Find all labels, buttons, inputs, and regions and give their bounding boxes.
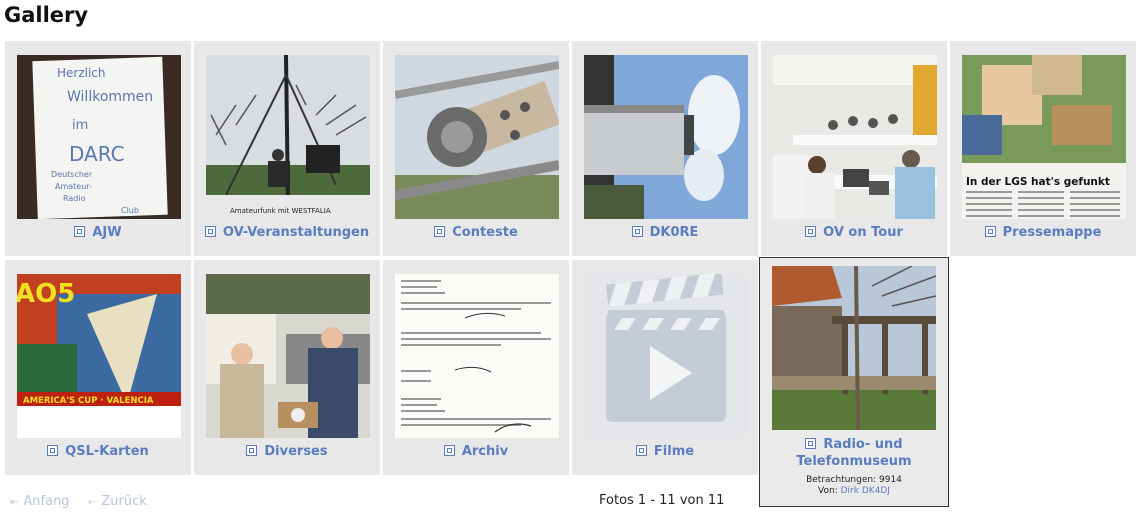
album-thumbnail[interactable]: [206, 274, 370, 438]
album-label[interactable]: Filme: [654, 444, 694, 459]
view-count: 9914: [879, 475, 902, 485]
pagination-info: Fotos 1 - 11 von 11: [599, 493, 725, 508]
album-icon: [805, 438, 817, 449]
album-label[interactable]: OV on Tour: [823, 225, 903, 240]
album-radio-und-telefonmuseum[interactable]: Radio- und Telefonmuseum Betrachtungen: …: [759, 257, 949, 507]
svg-text:Willkommen: Willkommen: [67, 89, 153, 105]
author-link[interactable]: Dirk DK4DJ: [841, 486, 890, 496]
album-pressemappe[interactable]: In der LGS hat's gefunkt Pressemappe: [950, 41, 1136, 256]
album-qsl-karten[interactable]: AO5 AMERICA'S CUP · VALENCIA QSL-Karten: [5, 260, 191, 475]
first-arrow-icon: ⇤: [10, 497, 19, 508]
album-icon: [443, 445, 455, 456]
svg-text:AMERICA'S CUP · VALENCIA: AMERICA'S CUP · VALENCIA: [23, 396, 154, 406]
album-thumbnail[interactable]: [584, 55, 748, 219]
album-label[interactable]: QSL-Karten: [65, 444, 149, 459]
album-icon: [47, 445, 59, 456]
album-thumbnail[interactable]: Herzlich Willkommen im DARC Deutscher Am…: [17, 55, 181, 219]
album-icon: [631, 226, 643, 237]
album-label-line2[interactable]: Telefonmuseum: [796, 454, 911, 469]
pagination-first[interactable]: ⇤ Anfang: [10, 494, 70, 509]
svg-text:im: im: [72, 118, 88, 133]
album-icon: [74, 226, 86, 237]
album-filme[interactable]: Filme: [572, 260, 758, 475]
svg-text:DARC: DARC: [69, 142, 125, 166]
album-icon: [635, 445, 647, 456]
album-thumbnail[interactable]: [395, 274, 559, 438]
album-label[interactable]: AJW: [92, 225, 121, 240]
album-ajw[interactable]: Herzlich Willkommen im DARC Deutscher Am…: [5, 41, 191, 256]
svg-text:Club: Club: [121, 206, 139, 215]
album-label[interactable]: Conteste: [452, 225, 518, 240]
album-thumbnail[interactable]: [773, 55, 937, 219]
album-diverses[interactable]: Diverses: [194, 260, 380, 475]
svg-text:Amateurfunk mit WESTFALIA: Amateurfunk mit WESTFALIA: [230, 207, 331, 215]
album-archiv[interactable]: Archiv: [383, 260, 569, 475]
album-grid: Herzlich Willkommen im DARC Deutscher Am…: [5, 41, 1137, 507]
album-dk0re[interactable]: DK0RE: [572, 41, 758, 256]
album-label[interactable]: OV-Veranstaltungen: [223, 225, 369, 240]
album-thumbnail[interactable]: In der LGS hat's gefunkt: [962, 55, 1126, 219]
svg-text:Amateur-: Amateur-: [55, 182, 92, 191]
album-icon: [434, 226, 446, 237]
album-ov-on-tour[interactable]: OV on Tour: [761, 41, 947, 256]
album-views: Betrachtungen: 9914: [806, 475, 902, 485]
album-thumbnail[interactable]: AO5 AMERICA'S CUP · VALENCIA: [17, 274, 181, 438]
prev-arrow-icon: ⇠: [88, 497, 97, 508]
album-label[interactable]: Archiv: [462, 444, 508, 459]
album-label[interactable]: Pressemappe: [1003, 225, 1102, 240]
album-icon: [204, 226, 216, 237]
album-label-line1[interactable]: Radio- und: [823, 437, 902, 452]
album-thumbnail[interactable]: Amateurfunk mit WESTFALIA: [206, 55, 370, 219]
film-clapper-thumbnail[interactable]: [584, 274, 748, 438]
album-label[interactable]: DK0RE: [650, 225, 699, 240]
film-clapper-icon: [584, 274, 748, 438]
svg-text:AO5: AO5: [17, 279, 75, 309]
page-title: Gallery: [4, 3, 89, 27]
album-icon: [984, 226, 996, 237]
album-thumbnail[interactable]: [395, 55, 559, 219]
svg-text:Deutscher: Deutscher: [51, 170, 93, 179]
album-ov-veranstaltungen[interactable]: Amateurfunk mit WESTFALIA OV-Veranstaltu…: [194, 41, 380, 256]
album-icon: [246, 445, 258, 456]
album-conteste[interactable]: Conteste: [383, 41, 569, 256]
album-icon: [805, 226, 817, 237]
thumb-text: Herzlich: [57, 66, 106, 80]
svg-text:Radio: Radio: [63, 194, 86, 203]
album-thumbnail[interactable]: [772, 266, 936, 430]
album-author: Von: Dirk DK4DJ: [818, 486, 890, 496]
album-label[interactable]: Diverses: [264, 444, 327, 459]
svg-text:In der LGS hat's gefunkt: In der LGS hat's gefunkt: [966, 176, 1110, 188]
pagination-prev[interactable]: ⇠ Zurück: [88, 494, 147, 509]
